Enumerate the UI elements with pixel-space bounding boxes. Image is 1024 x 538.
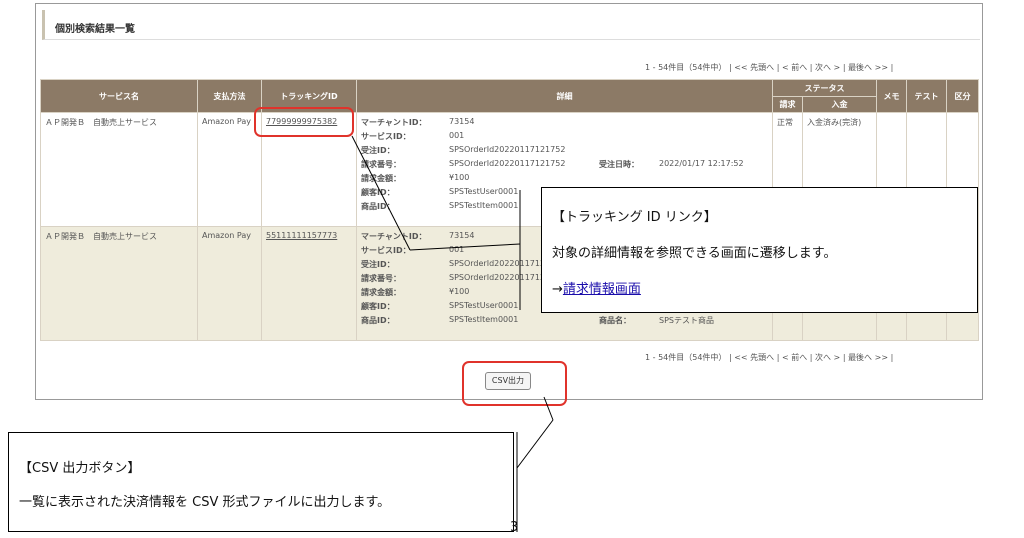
connector-line <box>543 396 554 421</box>
connector-line <box>351 135 411 251</box>
callout-text: 一覧に表示された決済情報を CSV 形式ファイルに出力します。 <box>19 495 391 510</box>
csv-button-callout: 【CSV 出力ボタン】 一覧に表示された決済情報を CSV 形式ファイルに出力し… <box>8 432 514 532</box>
arrow-icon: → <box>552 282 563 297</box>
connector-line <box>516 419 554 469</box>
callout-link-row: →請求情報画面 <box>552 278 641 297</box>
callout-text: 対象の詳細情報を参照できる画面に遷移します。 <box>552 246 837 261</box>
billing-info-screen-link[interactable]: 請求情報画面 <box>563 282 641 297</box>
callout-title: 【CSV 出力ボタン】 <box>19 461 141 476</box>
page-number: 3 <box>510 520 519 535</box>
tracking-id-callout: 【トラッキング ID リンク】 対象の詳細情報を参照できる画面に遷移します。 →… <box>541 187 978 313</box>
callout-title: 【トラッキング ID リンク】 <box>552 210 717 225</box>
connector-line <box>409 243 521 251</box>
